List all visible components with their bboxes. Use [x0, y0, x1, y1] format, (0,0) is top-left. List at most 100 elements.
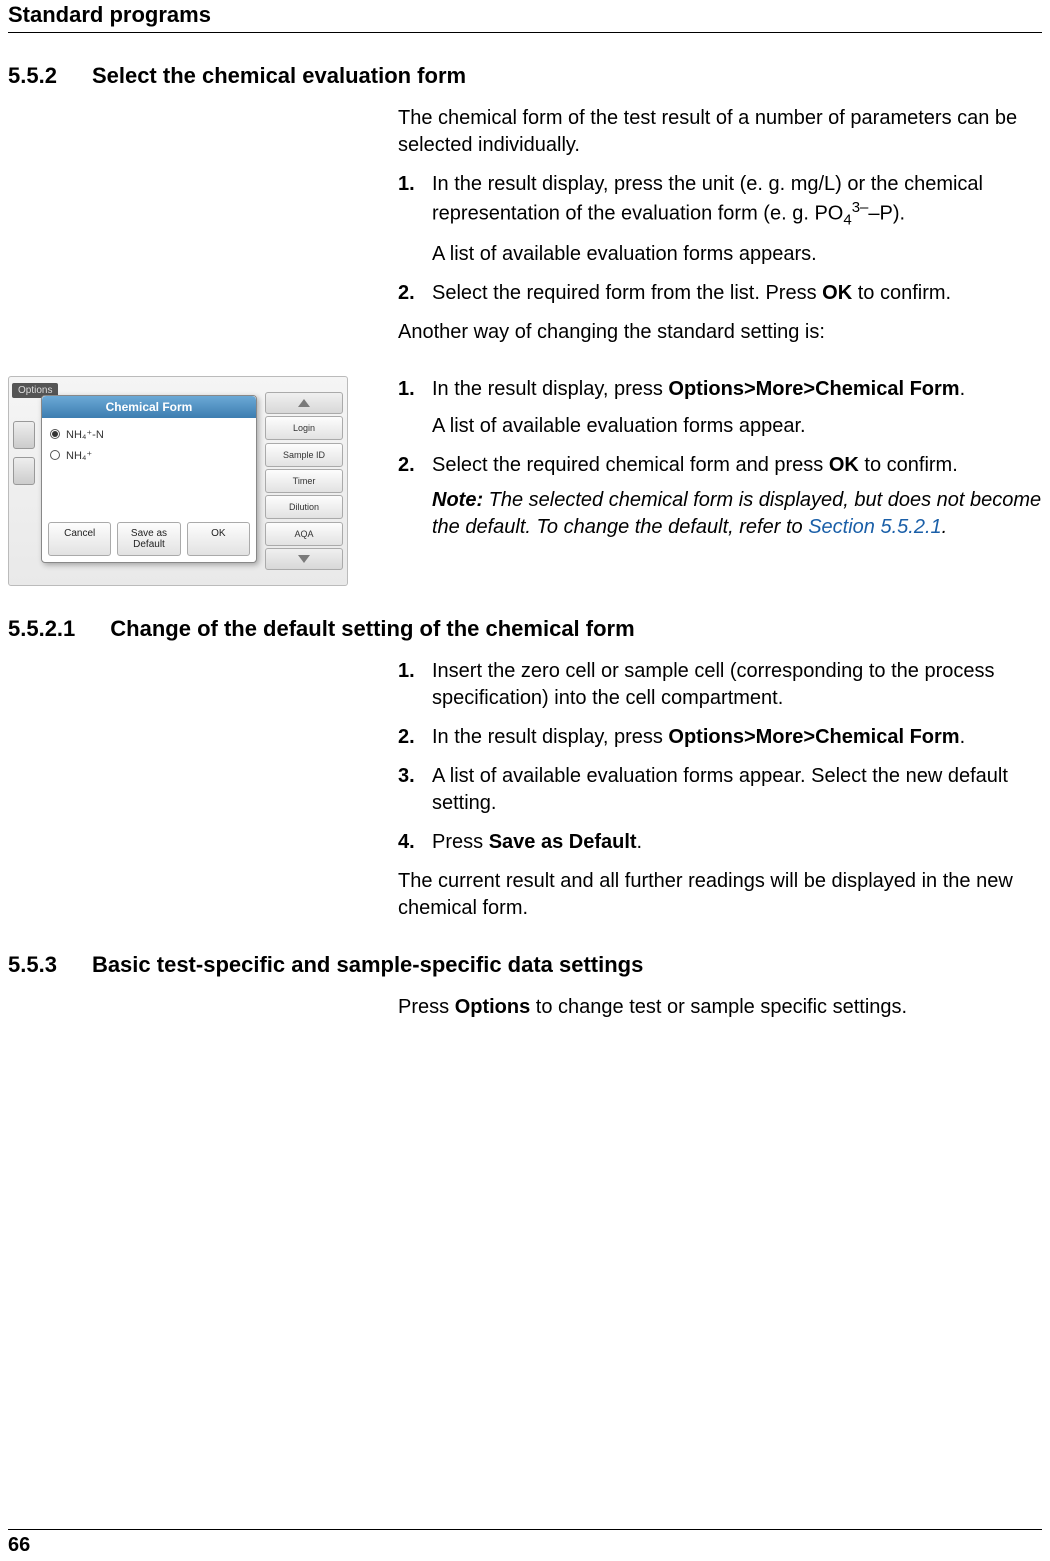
text: Select the required form from the list. …	[432, 282, 822, 304]
section-553-heading: 5.5.3 Basic test-specific and sample-spe…	[8, 952, 1042, 978]
page-content: 5.5.2 Select the chemical evaluation for…	[0, 63, 1050, 1021]
section-5521-heading: 5.5.2.1 Change of the default setting of…	[8, 616, 1042, 642]
section-552-alt-intro: Another way of changing the standard set…	[398, 319, 1042, 346]
ok-button[interactable]: OK	[187, 522, 250, 556]
cell-icon	[13, 457, 35, 485]
section-553-title: Basic test-specific and sample-specific …	[92, 952, 643, 978]
section-5521-step4: 4. Press Save as Default.	[398, 829, 1042, 856]
login-button[interactable]: Login	[265, 416, 343, 440]
section-552-step1: 1. In the result display, press the unit…	[398, 171, 1042, 268]
block2-step1: 1. In the result display, press Options>…	[398, 376, 1042, 440]
section-552-intro: The chemical form of the test result of …	[398, 105, 1042, 159]
bold-text: Save as Default	[489, 831, 637, 853]
section-552-title: Select the chemical evaluation form	[92, 63, 466, 89]
section-5521-step1: 1. Insert the zero cell or sample cell (…	[398, 658, 1042, 712]
step-text: Select the required form from the list. …	[432, 280, 1042, 307]
radio-option-2[interactable]: NH₄⁺	[50, 449, 248, 462]
section-5521-number: 5.5.2.1	[8, 616, 75, 642]
left-icon-column	[13, 421, 35, 493]
step-number: 4.	[398, 829, 432, 856]
note-label: Note:	[432, 489, 483, 511]
step-text: In the result display, press Options>Mor…	[432, 724, 1042, 751]
aqa-button[interactable]: AQA	[265, 522, 343, 546]
down-arrow-icon[interactable]	[265, 548, 343, 570]
section-553-text: Press Options to change test or sample s…	[398, 994, 1042, 1021]
step-text: Select the required chemical form and pr…	[432, 452, 1042, 541]
block2-body: 1. In the result display, press Options>…	[398, 376, 1042, 553]
text: to change test or sample specific settin…	[530, 996, 907, 1018]
radio-option-1[interactable]: NH₄⁺-N	[50, 428, 248, 441]
step-number: 3.	[398, 763, 432, 817]
radio-icon	[50, 450, 60, 460]
dilution-button[interactable]: Dilution	[265, 495, 343, 519]
step-number: 1.	[398, 376, 432, 440]
text: In the result display, press	[432, 726, 668, 748]
side-panel: Login Sample ID Timer Dilution AQA	[265, 392, 343, 570]
bold-text: Options>More>Chemical Form	[668, 726, 959, 748]
text: .	[960, 378, 966, 400]
text: Select the required chemical form and pr…	[432, 454, 829, 476]
step-text: In the result display, press the unit (e…	[432, 171, 1042, 268]
radio-label: NH₄⁺-N	[66, 428, 104, 441]
step-text: A list of available evaluation forms app…	[432, 763, 1042, 817]
dialog-title: Chemical Form	[42, 396, 256, 418]
block2-note: Note: The selected chemical form is disp…	[432, 487, 1042, 541]
chapter-title: Standard programs	[0, 0, 1050, 32]
step1-subtext: A list of available evaluation forms app…	[432, 241, 1042, 268]
up-arrow-icon[interactable]	[265, 392, 343, 414]
section-5521-step2: 2. In the result display, press Options>…	[398, 724, 1042, 751]
section-552-heading: 5.5.2 Select the chemical evaluation for…	[8, 63, 1042, 89]
text: to confirm.	[859, 454, 958, 476]
section-link[interactable]: Section 5.5.2.1	[808, 516, 941, 538]
section-5521-outro: The current result and all further readi…	[398, 868, 1042, 922]
step-text: Press Save as Default.	[432, 829, 1042, 856]
step-text: Insert the zero cell or sample cell (cor…	[432, 658, 1042, 712]
dialog-button-row: Cancel Save as Default OK	[48, 522, 250, 556]
section-5521-body: 1. Insert the zero cell or sample cell (…	[398, 658, 1042, 922]
step-number: 2.	[398, 452, 432, 541]
text: Press	[398, 996, 455, 1018]
section-552-body: The chemical form of the test result of …	[398, 105, 1042, 346]
timer-button[interactable]: Timer	[265, 469, 343, 493]
block2-step2: 2. Select the required chemical form and…	[398, 452, 1042, 541]
device-screenshot: Options Chemical Form NH₄⁺-N NH₄⁺	[8, 376, 348, 586]
text: –P).	[868, 203, 905, 225]
step-number: 2.	[398, 724, 432, 751]
screenshot-row: Options Chemical Form NH₄⁺-N NH₄⁺	[8, 376, 1042, 586]
section-552-number: 5.5.2	[8, 63, 57, 89]
cancel-button[interactable]: Cancel	[48, 522, 111, 556]
section-5521-step3: 3. A list of available evaluation forms …	[398, 763, 1042, 817]
text: .	[637, 831, 643, 853]
header-rule	[8, 32, 1042, 33]
text: .	[960, 726, 966, 748]
footer-rule	[8, 1529, 1042, 1530]
superscript: 3–	[852, 199, 869, 216]
bold-text: Options	[455, 996, 531, 1018]
section-553-number: 5.5.3	[8, 952, 57, 978]
text: to confirm.	[852, 282, 951, 304]
text: In the result display, press	[432, 378, 668, 400]
section-552-step2: 2. Select the required form from the lis…	[398, 280, 1042, 307]
dialog-body: NH₄⁺-N NH₄⁺	[42, 418, 256, 480]
step-number: 1.	[398, 658, 432, 712]
save-default-button[interactable]: Save as Default	[117, 522, 180, 556]
step-text: In the result display, press Options>Mor…	[432, 376, 1042, 440]
block2-step1-subtext: A list of available evaluation forms app…	[432, 413, 1042, 440]
page-footer: 66	[0, 1529, 1050, 1561]
radio-label: NH₄⁺	[66, 449, 92, 462]
subscript: 4	[843, 212, 851, 229]
step-number: 2.	[398, 280, 432, 307]
cell-icon	[13, 421, 35, 449]
bold-text: OK	[822, 282, 852, 304]
page-number: 66	[8, 1534, 1042, 1557]
text: Press	[432, 831, 489, 853]
step-number: 1.	[398, 171, 432, 268]
text: The selected chemical form is displayed,…	[432, 489, 1041, 538]
bold-text: Options>More>Chemical Form	[668, 378, 959, 400]
sampleid-button[interactable]: Sample ID	[265, 443, 343, 467]
bold-text: OK	[829, 454, 859, 476]
section-5521-title: Change of the default setting of the che…	[110, 616, 634, 642]
chemical-form-dialog: Chemical Form NH₄⁺-N NH₄⁺ Cancel Save as…	[41, 395, 257, 563]
text: .	[942, 516, 948, 538]
radio-icon	[50, 429, 60, 439]
